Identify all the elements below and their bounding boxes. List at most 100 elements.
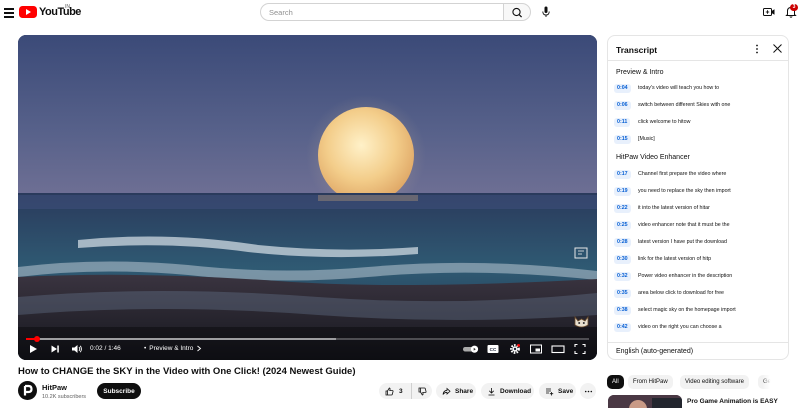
thumbs-down-icon — [418, 387, 426, 395]
transcript-segment[interactable]: 0:28 latest version I have put the downl… — [611, 236, 786, 250]
guide-menu-icon[interactable] — [2, 3, 16, 21]
youtube-play-icon — [19, 5, 37, 19]
transcript-segment[interactable]: 0:42 video on the right you can choose a — [611, 321, 786, 335]
more-horizontal-icon — [584, 390, 592, 392]
segment-text: video on the right you can choose a — [638, 324, 722, 330]
autoplay-toggle[interactable] — [462, 342, 480, 356]
channel-watermark-icon[interactable] — [573, 313, 590, 330]
microphone-icon — [542, 6, 550, 17]
segment-timestamp: 0:32 — [614, 272, 631, 281]
like-count: 3 — [399, 387, 403, 395]
overlay-icon[interactable] — [574, 247, 588, 259]
chip-from-hitpaw[interactable]: From HitPaw — [628, 375, 673, 389]
video-frame — [18, 35, 597, 360]
transcript-language-selector[interactable]: English (auto-generated) — [616, 348, 693, 355]
theater-mode-icon — [551, 345, 565, 354]
chip-video-editing-software[interactable]: Video editing software — [680, 375, 749, 389]
miniplayer-button[interactable] — [529, 342, 543, 356]
transcript-segment[interactable]: 0:35 area below click to download for fr… — [611, 287, 786, 301]
chapter-button[interactable]: • Preview & Intro — [144, 345, 202, 352]
chapter-title: Preview & Intro — [149, 345, 194, 352]
more-actions-button[interactable] — [580, 383, 596, 399]
recommendation-title[interactable]: Pro Game Animation is EASY — [687, 398, 778, 405]
download-button[interactable]: Download — [481, 383, 534, 399]
segment-text: you need to replace the sky then import — [638, 188, 731, 194]
segment-text: latest version I have put the download — [638, 239, 727, 245]
transcript-panel: Transcript Preview & Intro 0:04 today's … — [607, 35, 789, 360]
transcript-segment[interactable]: 0:04 today's video will teach you how to — [611, 82, 786, 96]
transcript-segment[interactable]: 0:06 switch between different Skies with… — [611, 99, 786, 113]
channel-name[interactable]: HitPaw — [42, 383, 67, 392]
segment-text: select magic sky on the homepage import — [638, 307, 736, 313]
chevron-right-icon — [197, 345, 202, 352]
next-button[interactable] — [48, 342, 62, 356]
segment-text: today's video will teach you how to — [638, 85, 720, 91]
segment-timestamp: 0:22 — [614, 204, 631, 213]
fullscreen-button[interactable] — [573, 342, 587, 356]
more-vertical-icon[interactable] — [753, 43, 761, 55]
youtube-logo[interactable]: YouTube IN — [19, 4, 81, 19]
skip-next-icon — [51, 345, 59, 353]
segment-text: video enhancer note that it must be the — [638, 222, 730, 228]
channel-avatar[interactable] — [18, 381, 37, 400]
transcript-segment[interactable]: 0:38 select magic sky on the homepage im… — [611, 304, 786, 318]
subscriber-count: 10.2K subscribers — [42, 394, 87, 400]
dislike-button[interactable] — [412, 383, 432, 399]
segment-timestamp: 0:19 — [614, 187, 631, 196]
fullscreen-icon — [574, 343, 586, 355]
search-input[interactable] — [260, 3, 504, 21]
segment-timestamp: 0:04 — [614, 84, 631, 93]
segment-timestamp: 0:15 — [614, 135, 631, 144]
play-button[interactable] — [26, 342, 40, 356]
mute-button[interactable] — [70, 342, 84, 356]
closed-captions-icon: CC — [487, 345, 499, 353]
close-icon[interactable] — [772, 43, 783, 54]
transcript-chapter-heading: Preview & Intro — [616, 69, 664, 76]
save-button[interactable]: Save — [539, 383, 576, 399]
transcript-segment[interactable]: 0:25 video enhancer note that it must be… — [611, 219, 786, 233]
voice-search-button[interactable] — [536, 3, 556, 21]
subscribe-button[interactable]: Subscribe — [97, 383, 141, 399]
segment-timestamp: 0:42 — [614, 323, 631, 332]
transcript-segment[interactable]: 0:22 it into the latest version of hitar — [611, 202, 786, 216]
recommendation-thumbnail[interactable] — [608, 395, 682, 408]
save-playlist-icon — [546, 388, 554, 395]
transcript-segment[interactable]: 0:17 Channel first prepare the video whe… — [611, 168, 786, 182]
gear-icon — [510, 344, 520, 354]
transcript-title: Transcript — [616, 45, 658, 55]
play-icon — [30, 345, 37, 353]
settings-button[interactable] — [508, 342, 522, 356]
search-button[interactable] — [503, 3, 531, 21]
transcript-segment[interactable]: 0:30 link for the latest version of hitp — [611, 253, 786, 267]
segment-timestamp: 0:06 — [614, 101, 631, 110]
bullet-separator: • — [144, 345, 147, 352]
transcript-segment[interactable]: 0:15 [Music] — [611, 133, 786, 147]
svg-text:CC: CC — [490, 347, 497, 352]
search-icon — [512, 7, 523, 18]
progress-bar[interactable] — [26, 336, 589, 342]
segment-timestamp: 0:17 — [614, 170, 631, 179]
country-code: IN — [65, 4, 70, 10]
segment-timestamp: 0:11 — [614, 118, 631, 127]
transcript-segment[interactable]: 0:32 Power video enhancer in the descrip… — [611, 270, 786, 284]
like-dislike-group: 3 — [379, 383, 432, 399]
transcript-segment[interactable]: 0:11 click welcome to hitow — [611, 116, 786, 130]
segment-text: area below click to download for free — [638, 290, 724, 296]
video-title: How to CHANGE the SKY in the Video with … — [18, 366, 356, 377]
volume-icon — [72, 345, 82, 353]
create-button[interactable] — [762, 5, 776, 19]
transcript-segment[interactable]: 0:19 you need to replace the sky then im… — [611, 185, 786, 199]
subtitles-button[interactable]: CC — [486, 342, 500, 356]
segment-text: Channel first prepare the video where — [638, 171, 727, 177]
video-player[interactable]: 0:02 / 1:46 • Preview & Intro CC — [18, 35, 597, 360]
transcript-footer: English (auto-generated) — [608, 342, 788, 359]
theater-mode-button[interactable] — [551, 342, 565, 356]
chip-all[interactable]: All — [607, 375, 624, 389]
autoplay-toggle-icon — [463, 345, 479, 353]
segment-text: click welcome to hitow — [638, 119, 691, 125]
like-button[interactable]: 3 — [379, 383, 412, 399]
segment-timestamp: 0:35 — [614, 289, 631, 298]
video-camera-plus-icon — [763, 8, 775, 16]
segment-timestamp: 0:28 — [614, 238, 631, 247]
share-button[interactable]: Share — [436, 383, 476, 399]
